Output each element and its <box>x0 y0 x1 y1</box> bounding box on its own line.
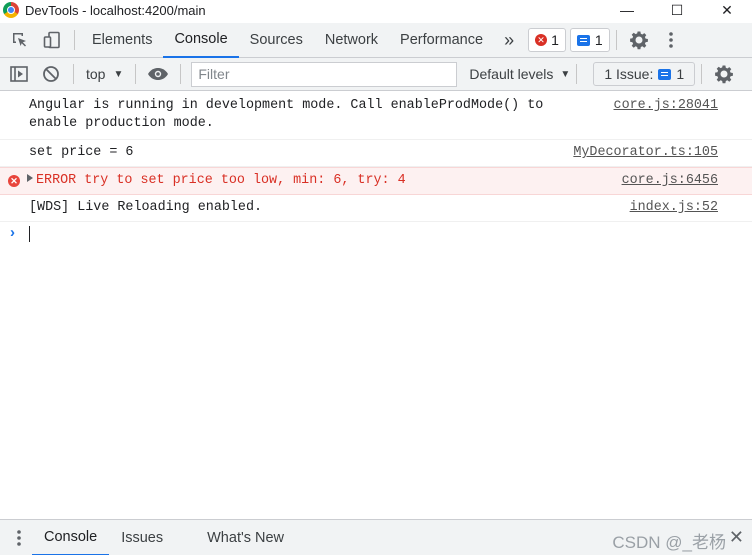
clear-console-button[interactable] <box>35 59 67 89</box>
tab-performance[interactable]: Performance <box>389 23 494 58</box>
chevron-down-icon: ▼ <box>113 68 124 80</box>
message-source-link[interactable]: index.js:52 <box>630 199 718 217</box>
drawer-menu-button[interactable] <box>6 523 32 553</box>
kebab-menu-icon <box>17 529 21 546</box>
toolbar-divider <box>135 64 137 84</box>
messages-count-button[interactable]: 1 <box>569 28 610 52</box>
toolbar-divider <box>701 64 703 84</box>
drawer-tab-whats-new[interactable]: What's New <box>195 520 296 555</box>
error-icon: ✕ <box>535 34 548 46</box>
toolbar-divider <box>74 30 75 50</box>
message-text: ERROR try to set price too low, min: 6, … <box>36 173 406 188</box>
drawer-tab-issues[interactable]: Issues <box>109 520 175 555</box>
message-icon <box>576 34 590 46</box>
console-message: Angular is running in development mode. … <box>0 92 752 140</box>
more-tabs-chevron-icon[interactable]: » <box>494 23 524 58</box>
window-controls: — ☐ ✕ <box>602 0 752 20</box>
issues-button[interactable]: 1 Issue: 1 <box>593 62 696 86</box>
settings-button[interactable] <box>623 25 655 55</box>
toolbar-divider <box>73 64 74 84</box>
message-text: set price = 6 <box>29 145 134 160</box>
prompt-chevron-icon: › <box>10 224 15 241</box>
clear-circle-slash-icon <box>43 66 59 82</box>
expand-triangle-icon[interactable] <box>27 174 33 182</box>
errors-count: 1 <box>551 32 559 48</box>
maximize-button[interactable]: ☐ <box>652 0 702 20</box>
log-levels-label: Default levels <box>469 66 554 82</box>
console-output[interactable]: Angular is running in development mode. … <box>0 92 752 518</box>
toolbar-divider <box>576 64 578 84</box>
window-title: DevTools - localhost:4200/main <box>25 2 206 18</box>
drawer-tab-console[interactable]: Console <box>32 520 110 555</box>
inspect-cursor-icon <box>13 33 26 47</box>
minimize-button[interactable]: — <box>602 0 652 20</box>
customize-menu-button[interactable] <box>655 25 687 55</box>
issues-count: 1 <box>676 66 685 82</box>
errors-count-button[interactable]: ✕ 1 <box>528 28 566 52</box>
tab-sources[interactable]: Sources <box>239 23 314 58</box>
inspect-element-button[interactable] <box>4 25 36 55</box>
gear-icon <box>715 65 734 84</box>
issues-label: 1 Issue: <box>604 66 654 82</box>
console-settings-button[interactable] <box>708 59 740 89</box>
filter-input[interactable] <box>191 61 458 87</box>
live-expression-button[interactable] <box>142 59 174 89</box>
console-prompt[interactable]: › <box>0 222 752 246</box>
devtools-tabbar: Elements Console Sources Network Perform… <box>0 23 752 58</box>
console-message: [WDS] Live Reloading enabled. index.js:5… <box>0 195 752 222</box>
message-source-link[interactable]: core.js:6456 <box>622 172 718 190</box>
show-sidebar-button[interactable] <box>3 59 35 89</box>
device-toolbar-button[interactable] <box>36 25 68 55</box>
log-levels-dropdown[interactable]: Default levels ▼ <box>469 66 570 82</box>
kebab-menu-icon <box>668 32 673 48</box>
chevron-down-icon: ▼ <box>560 68 571 80</box>
sidebar-play-icon <box>10 66 28 82</box>
messages-count: 1 <box>594 32 603 48</box>
toolbar-divider <box>180 64 182 84</box>
device-mobile-icon <box>43 31 60 49</box>
toolbar-divider <box>615 30 617 50</box>
drawer-tabbar: Console Issues What's New CSDN @_老杨 ✕ <box>0 519 752 555</box>
message-source-link[interactable]: MyDecorator.ts:105 <box>573 144 718 162</box>
context-value: top <box>86 66 106 82</box>
console-error-message: ✕ ERROR try to set price too low, min: 6… <box>0 167 752 195</box>
context-selector[interactable]: top ▼ <box>80 66 129 82</box>
window-titlebar: DevTools - localhost:4200/main — ☐ ✕ <box>0 0 752 20</box>
watermark: CSDN @_老杨 <box>612 533 726 552</box>
message-text: [WDS] Live Reloading enabled. <box>29 200 263 215</box>
console-message: set price = 6 MyDecorator.ts:105 <box>0 140 752 167</box>
message-source-link[interactable]: core.js:28041 <box>614 97 718 115</box>
error-icon: ✕ <box>8 175 20 187</box>
tab-network[interactable]: Network <box>314 23 389 58</box>
chrome-logo-icon <box>3 2 19 18</box>
text-caret <box>29 226 30 242</box>
close-window-button[interactable]: ✕ <box>702 0 752 20</box>
close-drawer-button[interactable]: ✕ <box>729 527 744 548</box>
eye-icon <box>148 68 169 80</box>
tab-elements[interactable]: Elements <box>81 23 163 58</box>
tab-console[interactable]: Console <box>163 23 239 58</box>
message-icon <box>658 68 672 80</box>
console-toolbar: top ▼ Default levels ▼ 1 Issue: 1 <box>0 58 752 91</box>
gear-icon <box>629 31 648 50</box>
